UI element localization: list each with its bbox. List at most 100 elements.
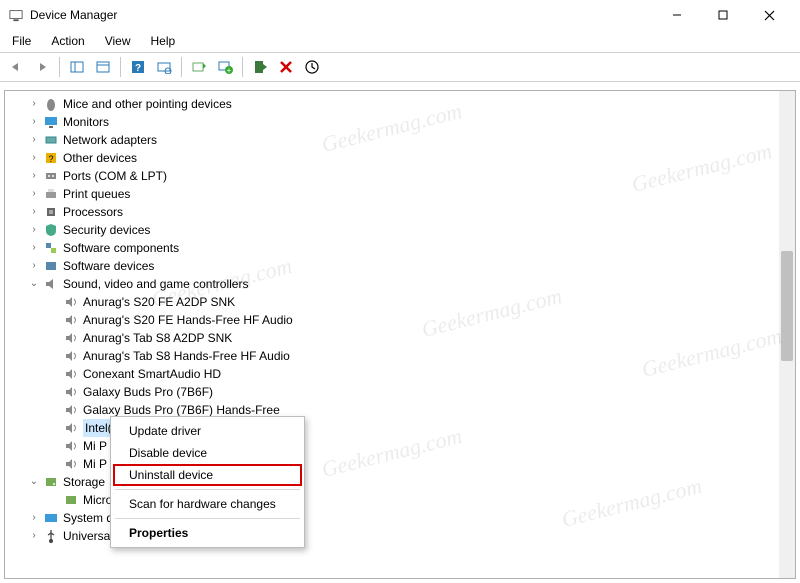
tree-label: Ports (COM & LPT) — [63, 167, 167, 185]
system-icon — [43, 510, 59, 526]
cpu-icon — [43, 204, 59, 220]
tree-label: Storage — [63, 473, 105, 491]
mouse-icon — [43, 96, 59, 112]
tree-label: Security devices — [63, 221, 150, 239]
svg-text:?: ? — [48, 154, 53, 164]
tree-item-audio[interactable]: Anurag's Tab S8 A2DP SNK — [13, 329, 795, 347]
audio-icon — [63, 438, 79, 454]
expand-icon[interactable]: › — [27, 239, 41, 257]
component-icon — [43, 240, 59, 256]
collapse-icon[interactable]: ⌄ — [27, 275, 41, 293]
menu-file[interactable]: File — [4, 32, 39, 50]
expand-icon[interactable]: › — [27, 221, 41, 239]
tree-label: Processors — [63, 203, 123, 221]
app-icon — [8, 7, 24, 23]
speaker-icon — [43, 276, 59, 292]
storage-item-icon — [63, 492, 79, 508]
expand-icon[interactable]: › — [27, 167, 41, 185]
uninstall-button[interactable] — [274, 55, 298, 79]
back-button[interactable] — [4, 55, 28, 79]
ctx-scan-hardware[interactable]: Scan for hardware changes — [113, 493, 302, 515]
vertical-scrollbar[interactable] — [779, 91, 795, 578]
minimize-button[interactable] — [654, 0, 700, 30]
enable-button[interactable] — [248, 55, 272, 79]
ctx-separator — [115, 518, 300, 519]
tree-node-swdevices[interactable]: › Software devices — [13, 257, 795, 275]
update-driver-button[interactable] — [187, 55, 211, 79]
maximize-button[interactable] — [700, 0, 746, 30]
ctx-update-driver[interactable]: Update driver — [113, 420, 302, 442]
show-hide-tree-button[interactable] — [65, 55, 89, 79]
forward-button[interactable] — [30, 55, 54, 79]
expand-icon[interactable]: › — [27, 185, 41, 203]
tree-node-ports[interactable]: › Ports (COM & LPT) — [13, 167, 795, 185]
menu-action[interactable]: Action — [43, 32, 92, 50]
scrollbar-thumb[interactable] — [781, 251, 793, 361]
tree-node-security[interactable]: › Security devices — [13, 221, 795, 239]
tree-label: Mi P — [83, 437, 107, 455]
tree-label: Anurag's Tab S8 A2DP SNK — [83, 329, 232, 347]
audio-icon — [63, 366, 79, 382]
expand-icon[interactable]: › — [27, 257, 41, 275]
tree-label: Monitors — [63, 113, 109, 131]
audio-icon — [63, 312, 79, 328]
tree-label: Conexant SmartAudio HD — [83, 365, 221, 383]
tree-node-printqueues[interactable]: › Print queues — [13, 185, 795, 203]
properties-button[interactable] — [91, 55, 115, 79]
tree-label: Anurag's S20 FE A2DP SNK — [83, 293, 235, 311]
tree-item-audio[interactable]: Anurag's Tab S8 Hands-Free HF Audio — [13, 347, 795, 365]
storage-icon — [43, 474, 59, 490]
menu-help[interactable]: Help — [143, 32, 184, 50]
tree-item-audio[interactable]: Anurag's S20 FE Hands-Free HF Audio — [13, 311, 795, 329]
scan-hardware-button[interactable] — [152, 55, 176, 79]
audio-icon — [63, 402, 79, 418]
tree-label: Micro — [83, 491, 112, 509]
ctx-disable-device[interactable]: Disable device — [113, 442, 302, 464]
tree-node-swcomponents[interactable]: › Software components — [13, 239, 795, 257]
tree-item-audio[interactable]: Anurag's S20 FE A2DP SNK — [13, 293, 795, 311]
tree-node-mice[interactable]: › Mice and other pointing devices — [13, 95, 795, 113]
tree-node-sound[interactable]: ⌄ Sound, video and game controllers — [13, 275, 795, 293]
add-hardware-button[interactable]: + — [213, 55, 237, 79]
svg-text:?: ? — [135, 63, 141, 74]
ctx-properties[interactable]: Properties — [113, 522, 302, 544]
tree-item-audio[interactable]: Galaxy Buds Pro (7B6F) — [13, 383, 795, 401]
tree-label: Sound, video and game controllers — [63, 275, 248, 293]
tree-label: Universa — [63, 527, 110, 545]
printer-icon — [43, 186, 59, 202]
expand-icon[interactable]: › — [27, 131, 41, 149]
tree-label: Anurag's S20 FE Hands-Free HF Audio — [83, 311, 293, 329]
menubar: File Action View Help — [0, 30, 800, 52]
collapse-icon[interactable]: ⌄ — [27, 473, 41, 491]
security-icon — [43, 222, 59, 238]
audio-icon — [63, 330, 79, 346]
tree-label: Mi P — [83, 455, 107, 473]
audio-icon — [63, 384, 79, 400]
monitor-icon — [43, 114, 59, 130]
expand-icon[interactable]: › — [27, 509, 41, 527]
ctx-separator — [115, 489, 300, 490]
menu-view[interactable]: View — [97, 32, 139, 50]
ctx-uninstall-device[interactable]: Uninstall device — [113, 464, 302, 486]
tree-node-network[interactable]: › Network adapters — [13, 131, 795, 149]
close-button[interactable] — [746, 0, 792, 30]
tree-node-monitors[interactable]: › Monitors — [13, 113, 795, 131]
window-title: Device Manager — [30, 8, 117, 22]
titlebar: Device Manager — [0, 0, 800, 30]
disable-button[interactable] — [300, 55, 324, 79]
usb-icon — [43, 528, 59, 544]
expand-icon[interactable]: › — [27, 527, 41, 545]
tree-label: Mice and other pointing devices — [63, 95, 232, 113]
tree-node-other[interactable]: › ? Other devices — [13, 149, 795, 167]
expand-icon[interactable]: › — [27, 203, 41, 221]
software-device-icon — [43, 258, 59, 274]
expand-icon[interactable]: › — [27, 113, 41, 131]
expand-icon[interactable]: › — [27, 149, 41, 167]
audio-icon — [63, 348, 79, 364]
help-button[interactable]: ? — [126, 55, 150, 79]
tree-node-processors[interactable]: › Processors — [13, 203, 795, 221]
expand-icon[interactable]: › — [27, 95, 41, 113]
svg-text:+: + — [227, 66, 232, 75]
tree-label: Anurag's Tab S8 Hands-Free HF Audio — [83, 347, 290, 365]
tree-item-audio[interactable]: Conexant SmartAudio HD — [13, 365, 795, 383]
